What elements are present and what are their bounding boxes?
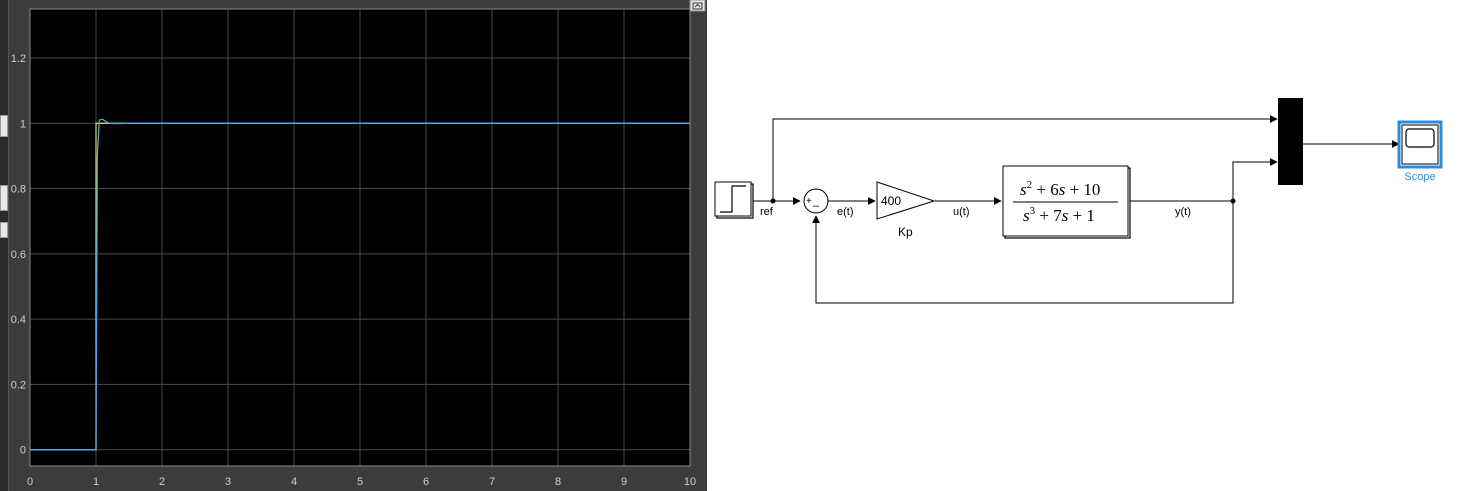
y-tick-label: 0.8 [11, 184, 26, 196]
tf-numerator: s2 + 6s + 10 [1020, 179, 1100, 199]
x-tick-label: 7 [489, 476, 495, 488]
x-tick-labels: 0 1 2 3 4 5 6 7 8 9 10 [27, 476, 696, 488]
transfer-fcn-block[interactable]: s2 + 6s + 10 s3 + 7s + 1 [1002, 165, 1131, 239]
sum-sign-plus: + [806, 196, 812, 207]
x-tick-label: 0 [27, 476, 33, 488]
x-tick-label: 3 [225, 476, 231, 488]
signal-label-output[interactable]: y(t) [1175, 206, 1191, 218]
step-block[interactable] [714, 181, 754, 219]
x-tick-label: 9 [621, 476, 627, 488]
y-tick-label: 1 [20, 118, 26, 130]
gain-value: 400 [881, 194, 901, 208]
scope-display: 0 1 2 3 4 5 6 7 8 9 10 0 0.2 0.4 0.6 0.8 1 1.2 [11, 0, 706, 488]
y-tick-labels: 0 0.2 0.4 0.6 0.8 1 1.2 [11, 53, 26, 457]
signal-label-error[interactable]: e(t) [837, 206, 854, 218]
y-tick-label: 0.4 [11, 314, 26, 326]
scope-block[interactable] [1397, 120, 1443, 169]
sum-block[interactable]: + – [803, 188, 829, 214]
x-tick-label: 2 [159, 476, 165, 488]
y-tick-label: 0.6 [11, 249, 26, 261]
signal-label-control[interactable]: u(t) [953, 206, 970, 218]
gain-block[interactable]: 400 [876, 181, 936, 220]
wire-output-to-mux[interactable] [1232, 158, 1278, 201]
sum-sign-minus: – [813, 200, 820, 212]
scope-block-name[interactable]: Scope [1404, 171, 1435, 183]
x-tick-label: 10 [684, 476, 696, 488]
branch-point [770, 198, 776, 204]
signal-label-ref[interactable]: ref [760, 206, 774, 218]
restore-window-icon[interactable] [689, 0, 706, 12]
x-tick-label: 1 [93, 476, 99, 488]
gain-name: Kp [898, 225, 913, 239]
x-tick-label: 8 [555, 476, 561, 488]
scope-screen-icon [1405, 128, 1435, 148]
mux-block[interactable] [1278, 98, 1303, 185]
scope-window: 0 1 2 3 4 5 6 7 8 9 10 0 0.2 0.4 0.6 0.8 1 1.2 [0, 0, 707, 491]
x-tick-label: 5 [357, 476, 363, 488]
y-tick-label: 0 [20, 445, 26, 457]
y-tick-label: 1.2 [11, 53, 26, 65]
x-tick-label: 4 [291, 476, 297, 488]
y-tick-label: 0.2 [11, 379, 26, 391]
simulink-model-canvas: ref + – e(t) 400 Kp u(t) s2 + 6s + 10 s3… [714, 98, 1443, 304]
x-tick-label: 6 [423, 476, 429, 488]
branch-point [1230, 198, 1236, 204]
